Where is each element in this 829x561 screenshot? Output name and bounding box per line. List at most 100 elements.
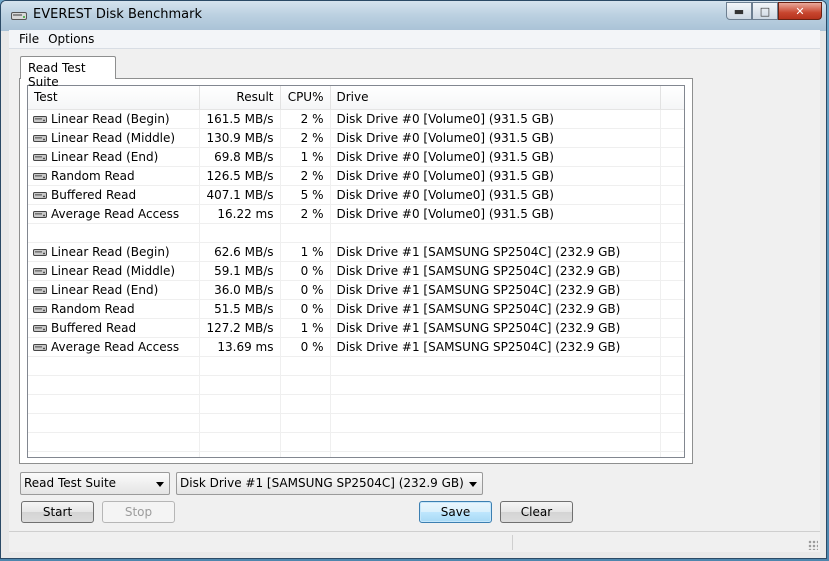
save-button[interactable]: Save: [419, 501, 492, 523]
tab-read-test-suite[interactable]: Read Test Suite: [20, 56, 116, 89]
drive-cell: Disk Drive #1 [SAMSUNG SP2504C] (232.9 G…: [330, 242, 661, 262]
tab-panel: Test Result CPU% Drive Linear Read (Begi…: [19, 78, 693, 464]
drive-cell: Disk Drive #1 [SAMSUNG SP2504C] (232.9 G…: [330, 318, 661, 338]
maximize-button[interactable]: □: [752, 2, 778, 20]
drive-cell: Disk Drive #1 [SAMSUNG SP2504C] (232.9 G…: [330, 337, 661, 357]
table-row[interactable]: Linear Read (Begin) 62.6 MB/s 1 % Disk Driv…: [28, 242, 684, 262]
cpu-cell: [280, 451, 331, 457]
cpu-cell: 0 %: [280, 337, 331, 357]
test-name: Random Read: [51, 301, 135, 316]
table-row[interactable]: Average Read Access 16.22 ms 2 % Disk Drive…: [28, 204, 684, 224]
result-cell: 36.0 MB/s: [199, 280, 281, 300]
window-title: EVEREST Disk Benchmark: [33, 7, 202, 22]
menu-options[interactable]: Options: [44, 30, 99, 48]
drive-select[interactable]: Disk Drive #1 [SAMSUNG SP2504C] (232.9 G…: [176, 472, 483, 495]
table-row[interactable]: Linear Read (End) 69.8 MB/s 1 % Disk Drive …: [28, 147, 684, 167]
disk-drive-icon: [33, 153, 47, 161]
minimize-button[interactable]: ▬: [726, 2, 752, 20]
result-cell: 13.69 ms: [199, 337, 281, 357]
result-cell: 62.6 MB/s: [199, 242, 281, 262]
table-row[interactable]: [28, 451, 684, 457]
test-cell: Average Read Access: [28, 337, 200, 357]
filler-cell: [660, 337, 684, 357]
result-cell: 69.8 MB/s: [199, 147, 281, 167]
drive-cell: Disk Drive #1 [SAMSUNG SP2504C] (232.9 G…: [330, 261, 661, 281]
column-header-cpu[interactable]: CPU%: [280, 86, 331, 110]
table-row[interactable]: [28, 432, 684, 452]
table-row[interactable]: [28, 413, 684, 433]
filler-cell: [660, 394, 684, 414]
cpu-cell: 1 %: [280, 318, 331, 338]
cpu-cell: 2 %: [280, 204, 331, 224]
disk-drive-icon: [33, 324, 47, 332]
close-button[interactable]: ✕: [778, 2, 822, 20]
table-row[interactable]: Linear Read (Begin) 161.5 MB/s 2 % Disk Dri…: [28, 109, 684, 129]
drive-cell: [330, 413, 661, 433]
results-list[interactable]: Test Result CPU% Drive Linear Read (Begi…: [27, 85, 685, 458]
window-controls: ▬ □ ✕: [726, 2, 822, 20]
menu-file[interactable]: File: [9, 30, 44, 48]
filler-cell: [660, 318, 684, 338]
table-row[interactable]: Linear Read (Middle) 130.9 MB/s 2 % Disk Dr…: [28, 128, 684, 148]
column-header-test[interactable]: Test: [28, 86, 200, 110]
test-cell: [28, 375, 200, 395]
clear-button[interactable]: Clear: [500, 501, 573, 523]
table-row[interactable]: [28, 375, 684, 395]
filler-cell: [660, 356, 684, 376]
disk-drive-icon: [33, 286, 47, 294]
filler-cell: [660, 185, 684, 205]
result-cell: 127.2 MB/s: [199, 318, 281, 338]
result-cell: 16.22 ms: [199, 204, 281, 224]
table-row[interactable]: [28, 394, 684, 414]
disk-drive-icon: [33, 267, 47, 275]
title-bar[interactable]: EVEREST Disk Benchmark ▬ □ ✕: [1, 1, 826, 31]
resize-grip-icon[interactable]: [808, 540, 818, 550]
cpu-cell: 0 %: [280, 261, 331, 281]
test-cell: Random Read: [28, 166, 200, 186]
test-cell: Buffered Read: [28, 318, 200, 338]
test-name: Average Read Access: [51, 339, 180, 354]
table-row[interactable]: Buffered Read 407.1 MB/s 5 % Disk Drive #0 …: [28, 185, 684, 205]
drive-cell: Disk Drive #1 [SAMSUNG SP2504C] (232.9 G…: [330, 280, 661, 300]
cpu-cell: 1 %: [280, 147, 331, 167]
drive-cell: Disk Drive #0 [Volume0] (931.5 GB): [330, 204, 661, 224]
drive-cell: Disk Drive #0 [Volume0] (931.5 GB): [330, 128, 661, 148]
start-button[interactable]: Start: [21, 501, 94, 523]
test-name: Linear Read (End): [51, 149, 159, 164]
cpu-cell: [280, 223, 331, 243]
test-name: Buffered Read: [51, 320, 137, 335]
column-header-filler: [660, 86, 684, 110]
column-header-result[interactable]: Result: [199, 86, 281, 110]
cpu-cell: 1 %: [280, 242, 331, 262]
table-row[interactable]: [28, 223, 684, 243]
stop-button[interactable]: Stop: [102, 501, 175, 523]
suite-select[interactable]: Read Test Suite: [20, 472, 170, 495]
cpu-cell: [280, 375, 331, 395]
result-cell: 161.5 MB/s: [199, 109, 281, 129]
result-cell: 126.5 MB/s: [199, 166, 281, 186]
table-row[interactable]: Random Read 51.5 MB/s 0 % Disk Drive #1 [SA…: [28, 299, 684, 319]
cpu-cell: [280, 432, 331, 452]
disk-drive-icon: [33, 343, 47, 351]
test-cell: Linear Read (Begin): [28, 242, 200, 262]
drive-cell: [330, 432, 661, 452]
menu-bar: File Options: [9, 30, 820, 49]
test-name: Linear Read (Middle): [51, 263, 176, 278]
table-row[interactable]: Linear Read (End) 36.0 MB/s 0 % Disk Drive …: [28, 280, 684, 300]
test-name: Linear Read (Begin): [51, 244, 170, 259]
suite-select-value: Read Test Suite: [24, 476, 117, 490]
disk-drive-icon: [33, 210, 47, 218]
table-row[interactable]: Average Read Access 13.69 ms 0 % Disk Drive…: [28, 337, 684, 357]
status-separator: [512, 535, 513, 550]
table-row[interactable]: Linear Read (Middle) 59.1 MB/s 0 % Disk Dri…: [28, 261, 684, 281]
column-header-drive[interactable]: Drive: [330, 86, 661, 110]
filler-cell: [660, 451, 684, 457]
cpu-cell: 2 %: [280, 109, 331, 129]
cpu-cell: 2 %: [280, 166, 331, 186]
test-cell: [28, 432, 200, 452]
table-row[interactable]: Random Read 126.5 MB/s 2 % Disk Drive #0 [V…: [28, 166, 684, 186]
cpu-cell: [280, 394, 331, 414]
table-header-row: Test Result CPU% Drive: [28, 86, 684, 110]
table-row[interactable]: [28, 356, 684, 376]
table-row[interactable]: Buffered Read 127.2 MB/s 1 % Disk Drive #1 …: [28, 318, 684, 338]
